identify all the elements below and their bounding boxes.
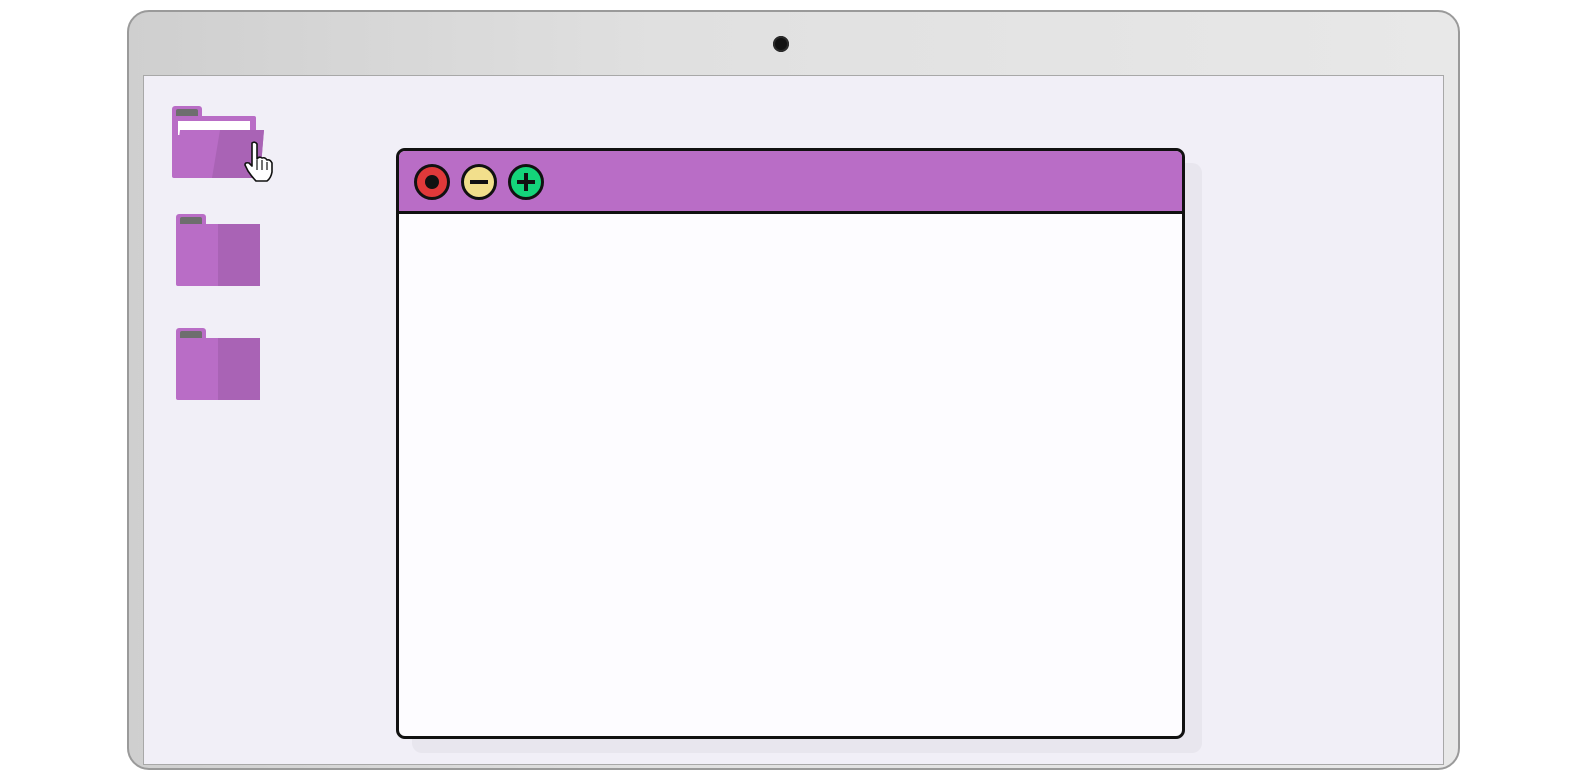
desktop-folder-2[interactable] <box>176 212 266 290</box>
close-icon <box>425 175 439 189</box>
maximize-button[interactable] <box>508 164 544 200</box>
minimize-icon <box>470 180 488 184</box>
close-button[interactable] <box>414 164 450 200</box>
maximize-icon <box>517 173 535 191</box>
folder-icon <box>176 328 260 400</box>
minimize-button[interactable] <box>461 164 497 200</box>
hand-pointer-icon <box>243 141 275 183</box>
window-titlebar[interactable] <box>399 151 1182 214</box>
app-window[interactable] <box>396 148 1185 739</box>
folder-icon <box>176 214 260 286</box>
camera-icon <box>773 36 789 52</box>
desktop-folder-3[interactable] <box>176 326 266 404</box>
